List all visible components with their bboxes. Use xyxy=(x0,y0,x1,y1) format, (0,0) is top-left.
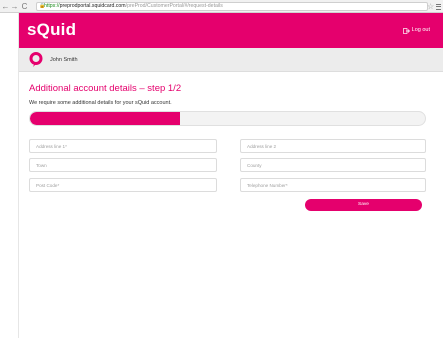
address-line-1-input[interactable] xyxy=(29,139,217,153)
user-name: John Smith xyxy=(50,57,78,63)
forward-arrow-icon[interactable]: → xyxy=(10,1,19,12)
progress-fill xyxy=(30,112,181,125)
squid-logo[interactable]: sQuid xyxy=(27,20,76,40)
town-input[interactable] xyxy=(29,158,217,172)
url-path: /preProd/CustomerPortal/#/request-detail… xyxy=(125,3,223,9)
page-title: Additional account details – step 1/2 xyxy=(29,83,182,94)
bookmark-star-icon[interactable]: ☆ xyxy=(427,1,434,12)
logout-button[interactable]: Log out xyxy=(402,27,430,34)
postcode-input[interactable] xyxy=(29,178,217,192)
logout-label: Log out xyxy=(411,27,430,33)
site-header: sQuid Log out xyxy=(19,13,443,48)
browser-toolbar: ← → C 🔒https://preprodportal.squidcard.c… xyxy=(0,0,443,13)
county-input[interactable] xyxy=(240,158,426,172)
browser-menu-icon[interactable] xyxy=(436,2,441,10)
save-button[interactable]: Save xyxy=(305,199,422,211)
url-host: preprodportal.squidcard.com xyxy=(59,3,126,9)
url-scheme: https:// xyxy=(44,3,60,9)
address-line-2-input[interactable] xyxy=(240,139,426,153)
telephone-input[interactable] xyxy=(240,178,426,192)
reload-icon[interactable]: C xyxy=(20,1,29,12)
back-arrow-icon[interactable]: ← xyxy=(1,1,10,12)
squid-q-icon xyxy=(29,52,43,67)
page: sQuid Log out John Smith Additional acco… xyxy=(18,13,443,338)
page-subtitle: We require some additional details for y… xyxy=(29,100,172,106)
logout-icon xyxy=(402,27,410,34)
user-bar: John Smith xyxy=(19,48,443,72)
address-bar[interactable]: 🔒https://preprodportal.squidcard.com/pre… xyxy=(36,2,428,11)
progress-bar xyxy=(29,111,426,126)
